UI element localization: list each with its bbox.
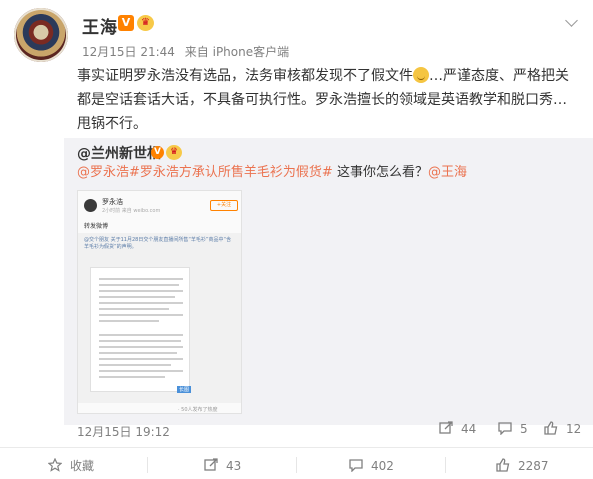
doc-line <box>99 358 183 360</box>
comment-icon <box>498 422 512 435</box>
thumb-document <box>90 267 190 392</box>
doc-line <box>99 314 183 316</box>
doc-line <box>99 290 183 292</box>
post-source[interactable]: iPhone客户端 <box>213 45 290 59</box>
post-meta: 12月15日 21:44 来自 iPhone客户端 <box>82 43 289 60</box>
divider <box>445 457 446 473</box>
thumb-quote-text: @交个朋友 关于11月28日交个朋友直播间所售“羊毛衫”商品中“含羊毛衫为假货”… <box>84 237 232 250</box>
chevron-down-icon[interactable] <box>566 16 578 28</box>
comment-count: 402 <box>371 459 394 473</box>
repost-verified-badge-icon: V <box>151 146 164 159</box>
thumb-sub: 2小时前 来自 weibo.com <box>102 208 161 214</box>
repost-question: 这事你怎么看？ <box>332 165 428 180</box>
attached-image[interactable]: 罗永浩 2小时前 来自 weibo.com +关注 转发微博 @交个朋友 关于1… <box>77 190 242 414</box>
doc-line <box>99 376 165 378</box>
star-icon <box>48 458 62 472</box>
repost-username[interactable]: @兰州新世相 <box>77 143 161 163</box>
verified-badge-icon[interactable]: V <box>118 15 134 31</box>
inner-like-count: 12 <box>566 422 582 436</box>
like-icon <box>544 421 558 435</box>
repost-icon <box>439 421 453 434</box>
thumb-repost-label: 转发微博 <box>84 223 109 230</box>
doc-line <box>99 284 179 286</box>
thumb-footer: · 50人发布了热度 <box>178 407 218 413</box>
doc-line <box>99 370 183 372</box>
doc-line <box>99 308 169 310</box>
post-text-part-1: 事实证明罗永浩没有选品，法务审核都发现不了假文件 <box>77 68 413 84</box>
repost-member-crown-icon: ♛ <box>166 145 182 160</box>
thumb-name: 罗永浩 <box>102 198 123 206</box>
username[interactable]: 王海 <box>82 13 118 38</box>
doc-line <box>99 334 183 336</box>
divider <box>296 457 297 473</box>
doc-line <box>99 346 183 348</box>
repost-date[interactable]: 12月15日 19:12 <box>77 423 170 440</box>
repost-text: @罗永浩#罗永浩方承认所售羊毛衫为假货# 这事你怎么看？@王海 <box>77 163 467 183</box>
inner-comment-button[interactable]: 5 <box>498 421 528 437</box>
repost-count: 43 <box>226 459 242 473</box>
doc-line <box>99 352 177 354</box>
doc-line <box>99 278 183 280</box>
thumb-follow: +关注 <box>210 200 238 211</box>
source-prefix: 来自 <box>184 45 209 59</box>
inner-repost-count: 44 <box>461 422 477 436</box>
topic-link[interactable]: #罗永浩方承认所售羊毛衫为假货# <box>129 165 333 180</box>
inner-like-button[interactable]: 12 <box>544 421 581 437</box>
doc-line <box>99 364 171 366</box>
inner-comment-count: 5 <box>520 422 528 436</box>
comment-icon <box>349 459 363 472</box>
repost-button[interactable]: 43 <box>204 457 241 475</box>
long-image-badge: 长图 <box>177 386 192 393</box>
repost-icon <box>204 458 218 471</box>
thumb-avatar <box>84 199 97 212</box>
member-crown-icon[interactable]: ♛ <box>137 15 154 31</box>
avatar[interactable] <box>14 8 68 62</box>
like-icon <box>496 458 510 472</box>
doc-line <box>99 340 181 342</box>
laugh-cry-emoji-icon <box>413 67 429 83</box>
comment-button[interactable]: 402 <box>349 457 394 475</box>
divider <box>147 457 148 473</box>
doc-line <box>99 302 183 304</box>
weibo-post: 王海 V ♛ 12月15日 21:44 来自 iPhone客户端 事实证明罗永浩… <box>0 0 593 479</box>
mention-link-wang[interactable]: @王海 <box>428 165 467 180</box>
doc-line <box>99 320 159 322</box>
post-date[interactable]: 12月15日 21:44 <box>82 45 175 59</box>
mention-link-luo[interactable]: @罗永浩 <box>77 165 129 180</box>
like-button[interactable]: 2287 <box>496 457 549 475</box>
inner-repost-button[interactable]: 44 <box>439 421 476 437</box>
favorite-button[interactable]: 收藏 <box>48 457 94 475</box>
doc-line <box>99 296 175 298</box>
post-text: 事实证明罗永浩没有选品，法务审核都发现不了假文件 …严谨态度、严格把关都是空话套话… <box>77 64 577 136</box>
favorite-label: 收藏 <box>70 459 95 473</box>
like-count: 2287 <box>518 459 549 473</box>
